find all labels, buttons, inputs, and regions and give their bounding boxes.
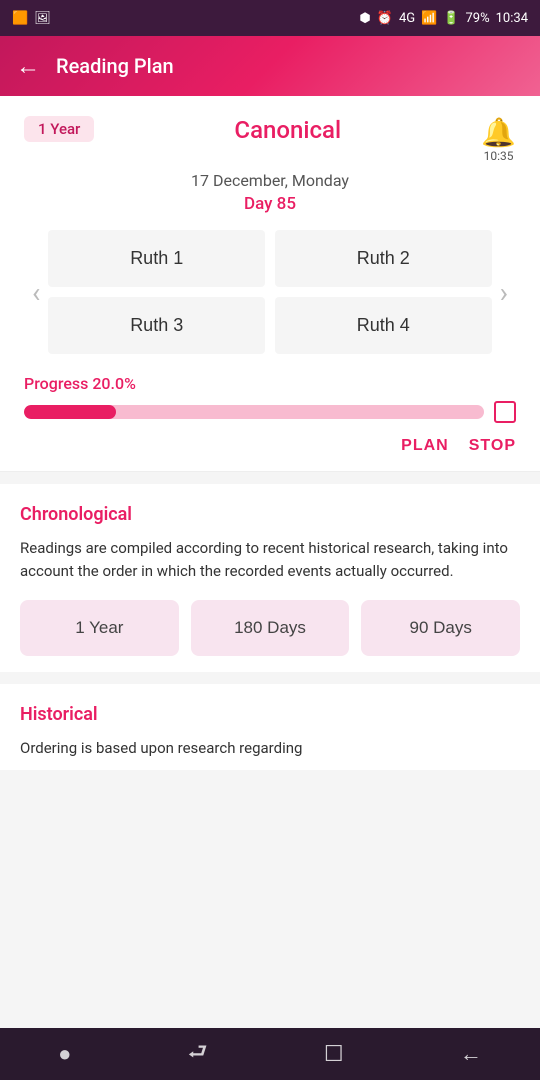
prev-arrow[interactable]: ‹ [24,276,48,309]
chapters-container: ‹ Ruth 1 Ruth 2 Ruth 3 Ruth 4 › [24,230,516,354]
app-bar-title: Reading Plan [56,54,174,78]
stop-button[interactable]: STOP [469,437,516,455]
progress-row [24,401,516,423]
status-right-icons: ⬢ ⏰ 4G 📶 🔋 79% 10:34 [359,11,528,26]
progress-section: Progress 20.0% [24,374,516,423]
alarm-icon: ⏰ [377,11,393,26]
duration-buttons: 1 Year 180 Days 90 Days [20,600,520,656]
duration-90days[interactable]: 90 Days [361,600,520,656]
battery-icon: 🔋 [443,11,459,26]
chapter-ruth1[interactable]: Ruth 1 [48,230,265,287]
chapter-ruth3[interactable]: Ruth 3 [48,297,265,354]
progress-bar-fill [24,405,116,419]
bell-container: 🔔 10:35 [481,116,516,163]
plan-button[interactable]: PLAN [401,437,449,455]
battery-level: 79% [465,11,489,26]
next-arrow[interactable]: › [492,276,516,309]
chronological-title: Chronological [20,504,520,525]
date-text: 17 December, Monday [24,171,516,190]
app-bar: ← Reading Plan [0,36,540,96]
actions-row: PLAN STOP [24,437,516,455]
back-button[interactable]: ← [16,52,40,81]
status-bar: 🟧 🖼 ⬢ ⏰ 4G 📶 🔋 79% 10:34 [0,0,540,36]
nav-recent-icon[interactable]: ⮐ [188,1035,208,1073]
canonical-card: 1 Year Canonical 🔔 10:35 17 December, Mo… [0,96,540,472]
nav-overview-icon[interactable]: ☐ [324,1042,344,1067]
canonical-header: 1 Year Canonical 🔔 10:35 [24,116,516,163]
progress-checkbox[interactable] [494,401,516,423]
status-left-icons: 🟧 🖼 [12,11,51,26]
bell-icon[interactable]: 🔔 [481,116,516,149]
year-badge[interactable]: 1 Year [24,116,94,142]
bluetooth-icon: ⬢ [359,11,370,26]
chapter-ruth2[interactable]: Ruth 2 [275,230,492,287]
bell-time: 10:35 [484,149,514,163]
canonical-title: Canonical [94,116,481,144]
historical-card: Historical Ordering is based upon resear… [0,684,540,770]
historical-description: Ordering is based upon research regardin… [20,737,520,760]
duration-180days[interactable]: 180 Days [191,600,350,656]
bottom-nav: ● ⮐ ☐ ← [0,1028,540,1080]
chronological-card: Chronological Readings are compiled acco… [0,484,540,672]
chapter-ruth4[interactable]: Ruth 4 [275,297,492,354]
network-4g-icon: 4G [399,11,415,26]
nav-back-icon[interactable]: ← [460,1041,482,1067]
app-icon-2: 🖼 [34,11,51,26]
day-text: Day 85 [24,194,516,214]
status-time: 10:34 [496,11,528,26]
duration-1year[interactable]: 1 Year [20,600,179,656]
chapters-grid: Ruth 1 Ruth 2 Ruth 3 Ruth 4 [48,230,491,354]
signal-icon: 📶 [421,11,437,26]
progress-bar-bg [24,405,484,419]
chronological-description: Readings are compiled according to recen… [20,537,520,582]
nav-home-icon[interactable]: ● [58,1041,71,1067]
app-icon-1: 🟧 [12,11,28,26]
historical-title: Historical [20,704,520,725]
main-content: 1 Year Canonical 🔔 10:35 17 December, Mo… [0,96,540,834]
progress-label: Progress 20.0% [24,374,516,393]
